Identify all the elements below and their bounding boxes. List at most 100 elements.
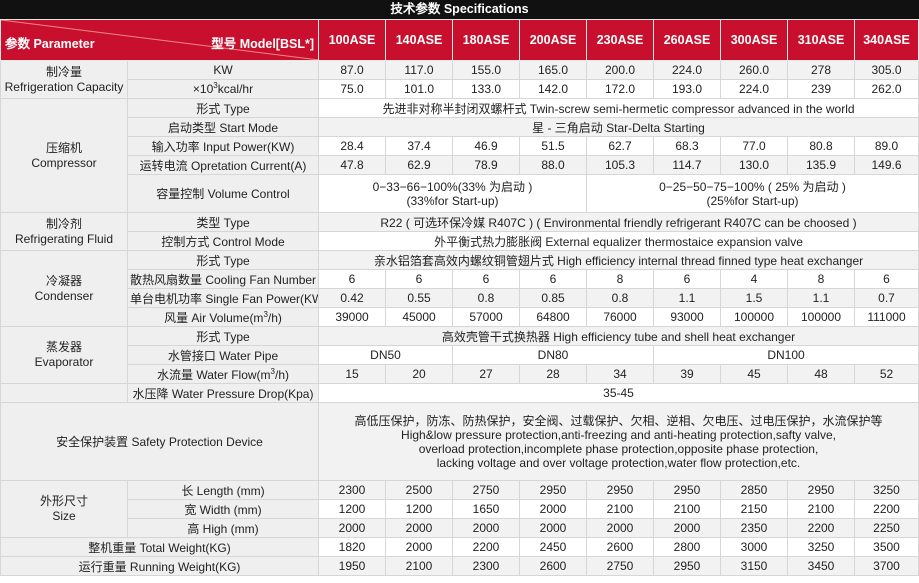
model-header: 100ASE	[318, 19, 386, 61]
cell: 77.0	[720, 136, 788, 156]
cell: 100000	[720, 307, 788, 327]
table-row: 制冷剂 Refrigerating Fluid 类型 Type R22 ( 可选…	[0, 212, 919, 251]
table-row: 输入功率 Input Power(KW) 28.4 37.4 46.9 51.5…	[1, 136, 919, 156]
cell: 8	[787, 269, 855, 289]
cell: 47.8	[318, 155, 386, 175]
table-row: 散热风扇数量 Cooling Fan Number 6 6 6 6 8 6 4 …	[1, 269, 919, 289]
cell: 2100	[385, 556, 453, 576]
table-row: 运转电流 Opretation Current(A) 47.8 62.9 78.…	[1, 155, 919, 175]
model-header: 140ASE	[385, 19, 453, 61]
cell: 1820	[318, 537, 386, 557]
cell: 193.0	[653, 79, 721, 99]
group-refrigerant: 制冷剂 Refrigerating Fluid	[0, 212, 128, 251]
cell: 111000	[854, 307, 919, 327]
cell: 89.0	[854, 136, 919, 156]
group-compressor: 压缩机 Compressor	[0, 98, 128, 213]
header-row: 参数 Parameter 型号 Model[BSL*] 100ASE 140AS…	[0, 19, 919, 61]
cell: 45	[720, 364, 788, 384]
cell: 0.42	[318, 288, 386, 308]
cell: 2000	[452, 518, 520, 538]
cell: 2350	[720, 518, 788, 538]
cell: 34	[586, 364, 654, 384]
cell-span: 0−25−50−75−100% ( 25% 为启动 ) (25%for Start…	[586, 174, 919, 213]
row-label: 长 Length (mm)	[127, 480, 319, 500]
cell: 2150	[720, 499, 788, 519]
spec-sheet: 技术参数 Specifications 参数 Parameter 型号 Mode…	[0, 0, 919, 583]
cell-span: DN50	[318, 345, 453, 365]
cell: 3250	[787, 537, 855, 557]
cell: 165.0	[519, 60, 587, 80]
cell: 278	[787, 60, 855, 80]
cell: 8	[586, 269, 654, 289]
cell: 2200	[787, 518, 855, 538]
cell-span: R22 ( 可选环保冷媒 R407C ) ( Environmental fri…	[318, 212, 919, 232]
cell: 105.3	[586, 155, 654, 175]
group-size: 外形尺寸 Size	[0, 480, 128, 538]
table-row: 外形尺寸 Size 长 Length (mm) 2300 2500 2750 2…	[0, 480, 919, 538]
cell: 0.55	[385, 288, 453, 308]
cell: 2800	[653, 537, 721, 557]
row-label: 启动类型 Start Mode	[127, 117, 319, 137]
cell: 2950	[519, 480, 587, 500]
cell: 62.9	[385, 155, 453, 175]
row-label: 水压降 Water Pressure Drop(Kpa)	[127, 383, 319, 403]
cell: 2000	[385, 537, 453, 557]
cell: 2100	[586, 499, 654, 519]
cell: 1.1	[653, 288, 721, 308]
cell: 1650	[452, 499, 520, 519]
cell: 100000	[787, 307, 855, 327]
cell: 2500	[385, 480, 453, 500]
table-row: 容量控制 Volume Control 0−33−66−100%(33% 为启动…	[1, 174, 919, 213]
cell: 45000	[385, 307, 453, 327]
row-label: 控制方式 Control Mode	[127, 231, 319, 251]
cell: 2750	[452, 480, 520, 500]
cell-span: 亲水铝箔套高效内螺纹铜管翅片式 High efficiency internal…	[318, 250, 919, 270]
cell: 149.6	[854, 155, 919, 175]
cell: 39	[653, 364, 721, 384]
cell: 2000	[519, 499, 587, 519]
cell: 6	[452, 269, 520, 289]
cell: 62.7	[586, 136, 654, 156]
cell: 2200	[854, 499, 919, 519]
cell: 6	[519, 269, 587, 289]
cell: 1200	[318, 499, 386, 519]
table-row: 高 High (mm) 2000 2000 2000 2000 2000 200…	[1, 518, 919, 538]
model-header: 260ASE	[653, 19, 721, 61]
cell: 75.0	[318, 79, 386, 99]
cell: 93000	[653, 307, 721, 327]
cell: 3150	[720, 556, 788, 576]
table-row: 蒸发器 Evaporator 形式 Type 高效壳管干式换热器 High ef…	[0, 326, 919, 384]
table-row: 整机重量 Total Weight(KG) 1820 2000 2200 245…	[0, 537, 919, 557]
cell: 2950	[787, 480, 855, 500]
cell: 135.9	[787, 155, 855, 175]
row-label: 水流量 Water Flow(m3/h)	[127, 364, 319, 384]
cell: 6	[653, 269, 721, 289]
cell-span: DN100	[653, 345, 919, 365]
spec-title: 技术参数 Specifications	[0, 0, 919, 19]
group-refrigeration: 制冷量 Refrigeration Capacity	[0, 60, 128, 99]
cell: 52	[854, 364, 919, 384]
table-row: 水压降 Water Pressure Drop(Kpa) 35-45	[0, 383, 919, 403]
cell: 15	[318, 364, 386, 384]
cell-span: 高效壳管干式换热器 High efficiency tube and shell…	[318, 326, 919, 346]
cell: 101.0	[385, 79, 453, 99]
cell: 200.0	[586, 60, 654, 80]
cell: 57000	[452, 307, 520, 327]
model-header: 310ASE	[787, 19, 855, 61]
row-label: 高 High (mm)	[127, 518, 319, 538]
cell: 3500	[854, 537, 919, 557]
group-cell-empty	[0, 383, 128, 403]
row-label: KW	[127, 60, 319, 80]
cell-span: 0−33−66−100%(33% 为启动 ) (33%for Start-up)	[318, 174, 587, 213]
cell: 28	[519, 364, 587, 384]
param-model-header: 参数 Parameter 型号 Model[BSL*]	[0, 19, 319, 61]
cell: 78.9	[452, 155, 520, 175]
cell: 172.0	[586, 79, 654, 99]
row-label: 运行重量 Running Weight(KG)	[0, 556, 319, 576]
row-label: 散热风扇数量 Cooling Fan Number	[127, 269, 319, 289]
row-label: 形式 Type	[127, 326, 319, 346]
row-label: 容量控制 Volume Control	[127, 174, 319, 213]
cell: 2600	[519, 556, 587, 576]
cell: 3450	[787, 556, 855, 576]
cell: 0.8	[452, 288, 520, 308]
